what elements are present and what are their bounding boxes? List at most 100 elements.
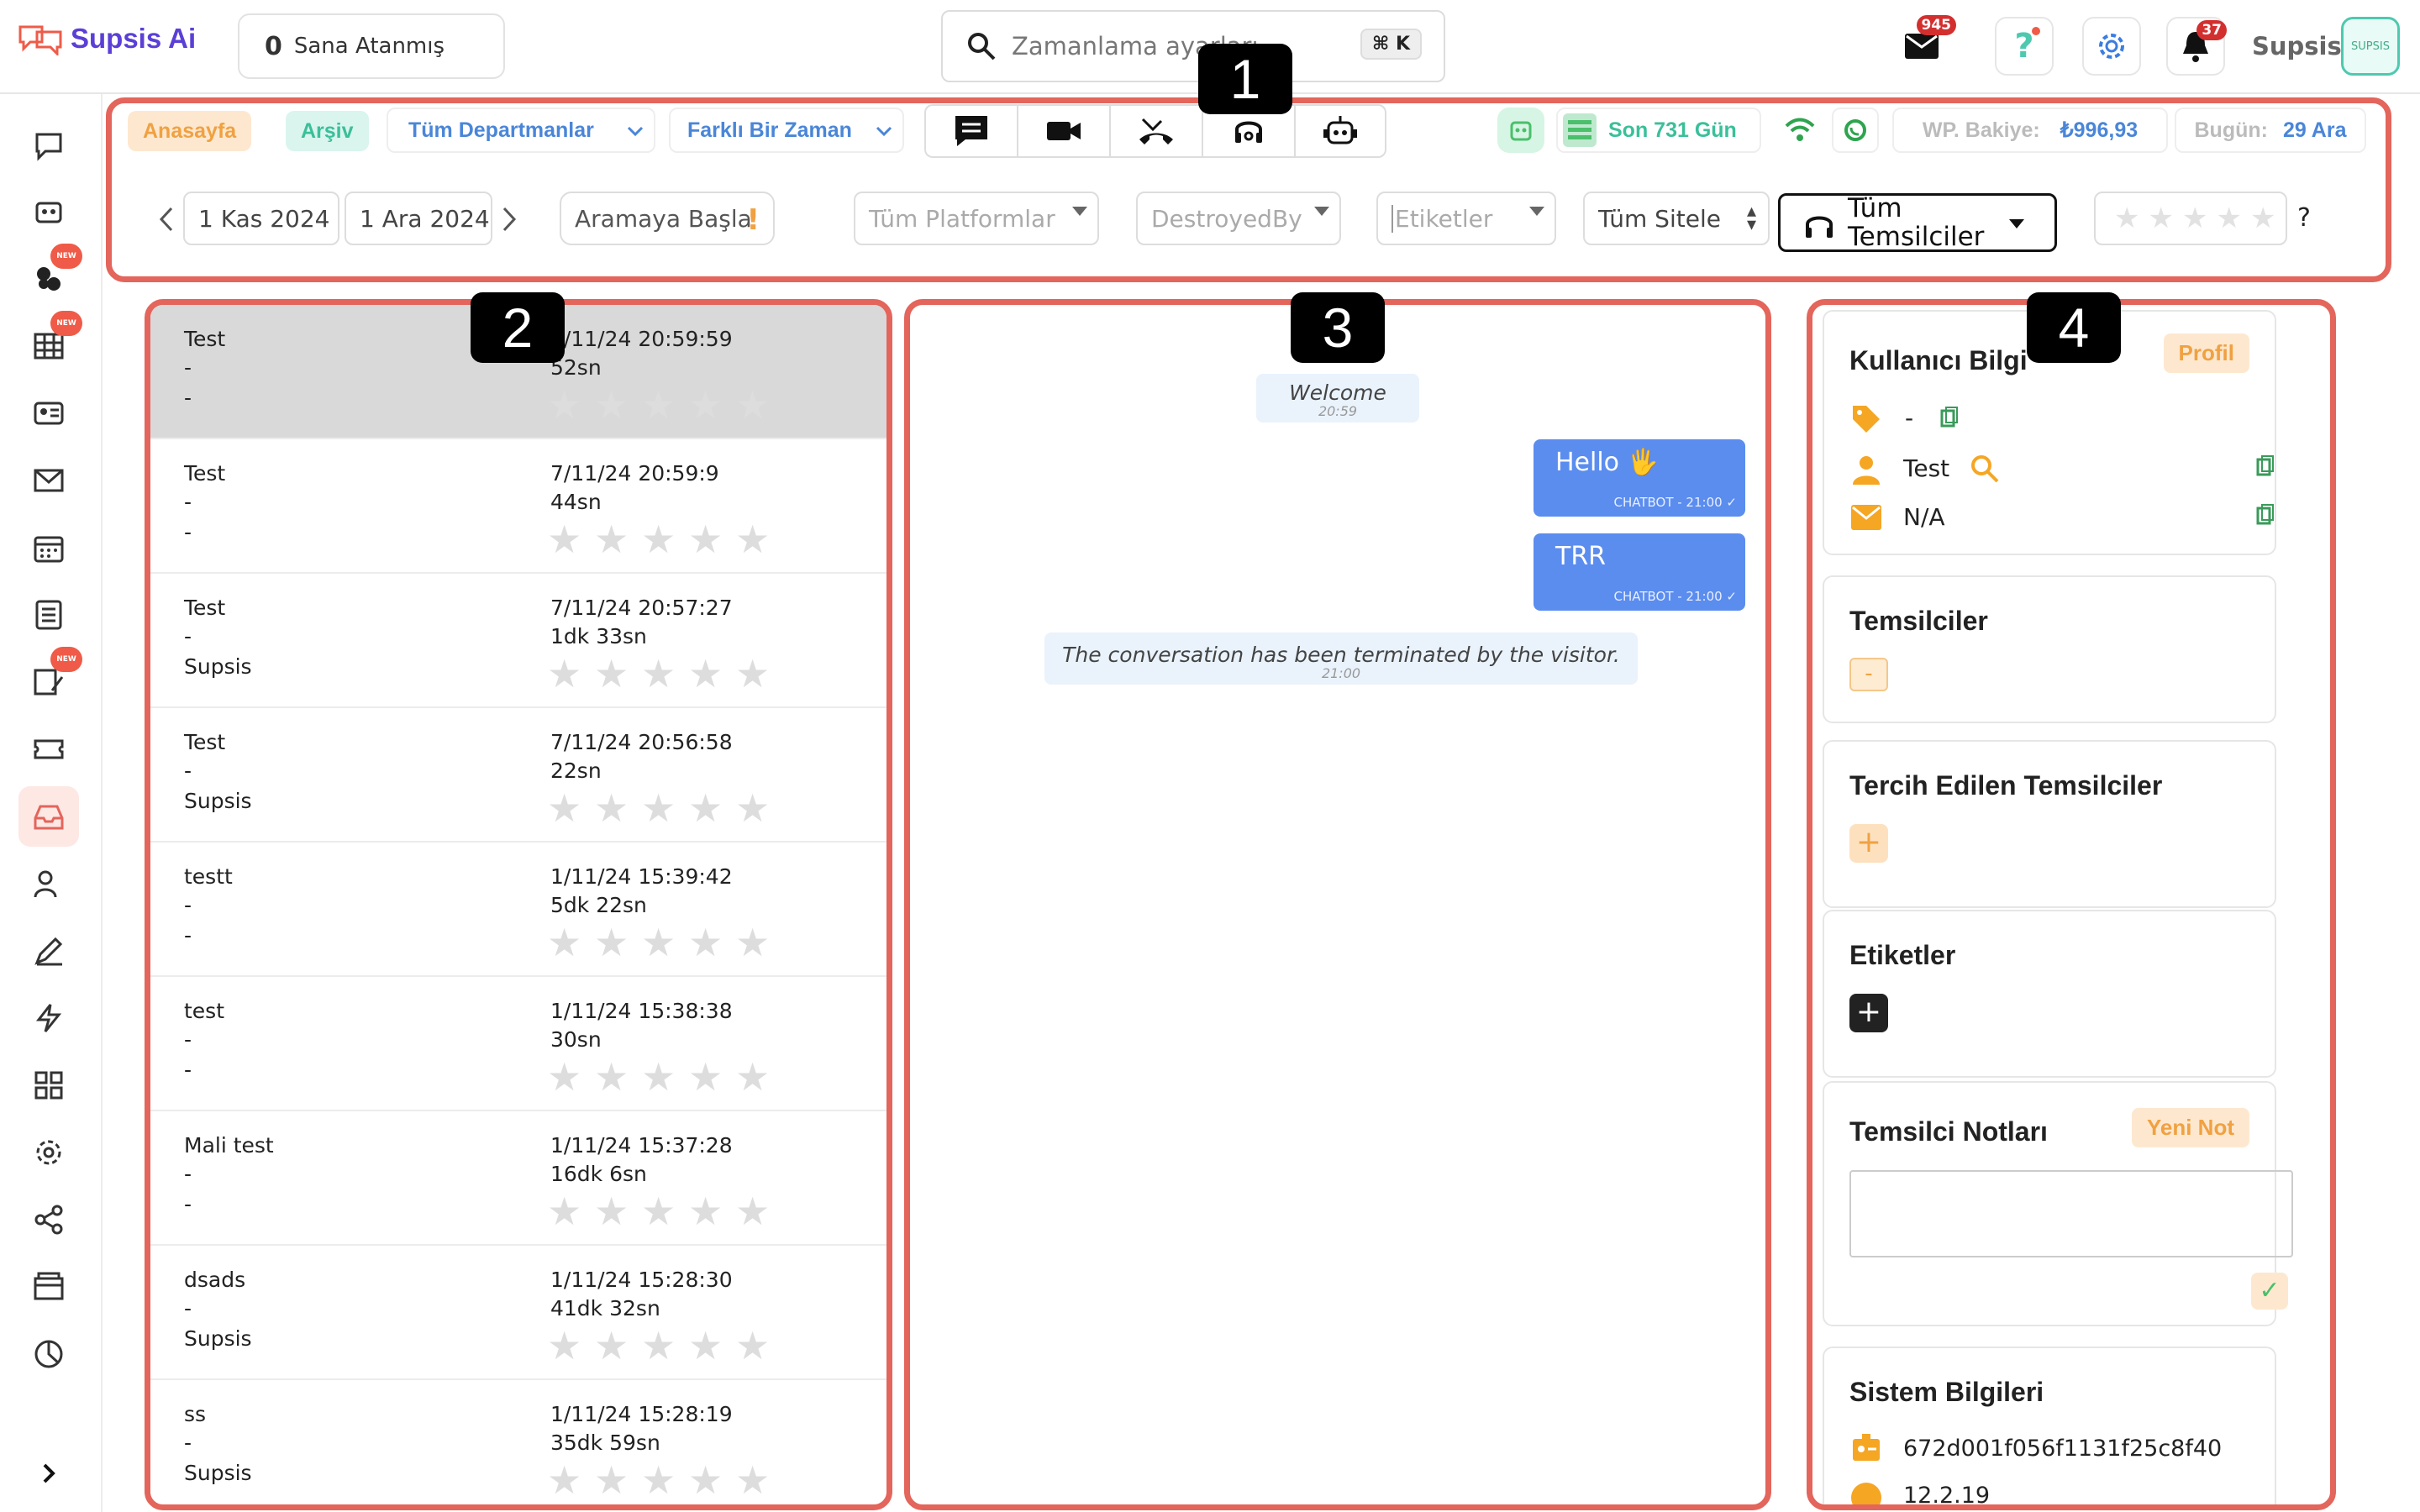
sidebar-item-apps[interactable] (18, 1055, 79, 1116)
sidebar-item-integrations[interactable]: NEW (18, 244, 82, 309)
conversation-row[interactable]: Test - Supsis 7/11/24 20:57:27 1dk 33sn ★ ★ ★ ★ ★ (150, 574, 886, 708)
sidebar-item-reports[interactable] (18, 1324, 79, 1384)
sidebar-item-edit[interactable] (18, 921, 79, 981)
destroyed-by-select[interactable]: DestroyedBy (1136, 192, 1341, 245)
tags-select[interactable]: Etiketler (1376, 192, 1556, 245)
sites-select[interactable]: Tüm Sitele ▴ ▾ (1583, 192, 1770, 245)
list-icon (1563, 113, 1597, 147)
conversation-row[interactable]: test - -1/11/24 15:38:38 30sn ★ ★ ★ ★ ★ (150, 977, 886, 1111)
rating-stars[interactable]: ★ ★ ★ ★ ★ (547, 520, 771, 559)
rating-stars[interactable]: ★ ★ ★ ★ ★ (547, 785, 771, 831)
settings-button[interactable] (2082, 17, 2141, 76)
customer-info-panel: Kullanıcı Bilgi Profil - Test N/A Temsil… (1807, 299, 2336, 1510)
sidebar-item-chats[interactable] (18, 114, 79, 175)
rating-help[interactable]: ? (2297, 203, 2311, 233)
last-days-button[interactable]: Son 731 Gün (1556, 108, 1761, 153)
channel-call-button[interactable] (1109, 104, 1202, 158)
time-select[interactable]: Farklı Bir Zaman (669, 108, 904, 153)
sidebar-item-contacts[interactable] (18, 383, 79, 444)
sidebar-item-calendar[interactable] (18, 517, 79, 578)
caret-down-icon (2009, 219, 2024, 228)
rating-stars[interactable]: ★ ★ ★ ★ ★ (547, 1054, 771, 1100)
agent-chip[interactable]: - (1849, 658, 1888, 691)
rating-stars[interactable]: ★ ★ ★ ★ ★ (547, 1323, 771, 1368)
sidebar-item-inbox[interactable] (18, 786, 79, 847)
rating-stars[interactable]: ★ ★ ★ ★ ★ (547, 923, 771, 962)
search-user-icon[interactable] (1969, 453, 2001, 485)
save-note-button[interactable]: ✓ (2251, 1273, 2288, 1310)
robot-icon (1510, 121, 1532, 141)
sidebar-item-tickets[interactable] (18, 719, 79, 780)
conversation-search-input[interactable]: Aramaya Başla ! (560, 192, 775, 245)
caret-down-icon (1314, 207, 1329, 216)
add-tag-button[interactable]: + (1849, 994, 1888, 1032)
star-icon: ★ (547, 1323, 582, 1368)
platforms-select[interactable]: Tüm Platformlar (854, 192, 1099, 245)
notifications-button[interactable]: 37 (2166, 17, 2227, 76)
date-from-input[interactable]: 1 Kas 2024 (183, 192, 339, 245)
sidebar-expand-button[interactable] (18, 1443, 79, 1504)
channel-video-button[interactable] (1017, 104, 1109, 158)
copy-icon[interactable] (1940, 406, 1959, 429)
rating-filter[interactable]: ★ ★ ★ ★ ★ (2094, 192, 2287, 245)
sidebar-item-automation[interactable] (18, 988, 79, 1048)
connection-status[interactable] (1776, 108, 1823, 153)
conversation-line2: - (184, 1296, 192, 1320)
copy-icon[interactable] (2256, 503, 2275, 527)
sidebar-item-mail[interactable] (18, 450, 79, 511)
sidebar-item-share[interactable] (18, 1189, 79, 1250)
outgoing-message: TRR CHATBOT - 21:00 ✓ (1534, 533, 1745, 611)
help-button[interactable]: ? (1995, 17, 2054, 76)
note-textarea[interactable] (1849, 1170, 2293, 1257)
agents-select[interactable]: Tüm Temsilciler (1778, 193, 2057, 252)
assigned-to-me-button[interactable]: 0 Sana Atanmış (238, 13, 505, 79)
sidebar-item-bot[interactable] (18, 181, 79, 242)
sidebar-item-settings[interactable] (18, 1122, 79, 1183)
avatar[interactable]: SUPSIS (2341, 17, 2400, 76)
sidebar-item-tables[interactable]: NEW (18, 311, 82, 376)
conversation-row[interactable]: Test - - 7/11/24 20:59:9 44sn ★ ★ ★ ★ ★ (150, 439, 886, 574)
app-logo[interactable]: Supsis Ai (17, 22, 196, 55)
mail-icon (1851, 505, 1881, 530)
date-prev-button[interactable] (156, 205, 176, 234)
conversation-line3: Supsis (184, 654, 252, 679)
rating-stars[interactable]: ★ ★ ★ ★ ★ (547, 1192, 771, 1231)
conversation-row[interactable]: dsads - Supsis 1/11/24 15:28:30 41dk 32sn ★ ★ ★… (150, 1246, 886, 1380)
rating-stars[interactable]: ★ ★ ★ ★ ★ (547, 654, 771, 693)
archive-chip[interactable]: Arşiv (286, 111, 369, 151)
date-to-input[interactable]: 1 Ara 2024 (345, 192, 492, 245)
copy-icon[interactable] (2256, 454, 2275, 478)
home-chip[interactable]: Anasayfa (128, 111, 252, 151)
star-icon: ★ (594, 1054, 629, 1100)
new-note-button[interactable]: Yeni Not (2131, 1108, 2249, 1147)
sidebar-item-billing[interactable] (18, 1257, 79, 1317)
conversation-row[interactable]: Test - Supsis 7/11/24 20:56:58 22sn ★ ★ ★ ★ ★ (150, 708, 886, 843)
conversation-row[interactable]: testt - - 1/11/24 15:39:42 5dk 22sn ★ ★ ★ ★ ★ (150, 843, 886, 977)
missed-call-icon (1139, 118, 1173, 144)
conversation-duration: 16dk 6sn (550, 1162, 647, 1186)
add-preferred-agent-button[interactable]: + (1849, 824, 1888, 863)
sidebar-item-users[interactable] (18, 853, 79, 914)
rating-stars[interactable]: ★ ★ ★ ★ ★ (547, 1461, 771, 1499)
bot-status-button[interactable] (1497, 108, 1544, 153)
whatsapp-status[interactable] (1832, 108, 1879, 153)
date-next-button[interactable] (499, 205, 519, 234)
channel-chat-button[interactable] (924, 104, 1017, 158)
conversation-date: 1/11/24 15:37:28 (550, 1133, 733, 1158)
mail-button[interactable]: 945 (1892, 15, 1956, 76)
lightning-icon (35, 1004, 62, 1032)
sidebar-item-notes[interactable]: NEW (18, 647, 82, 712)
departments-select[interactable]: Tüm Departmanlar (387, 108, 655, 153)
conversation-row[interactable]: Mali test - - 1/11/24 15:37:28 16dk 6sn ★ ★ ★ ★ ★ (150, 1111, 886, 1246)
envelope-icon (34, 469, 64, 492)
rating-stars[interactable]: ★ ★ ★ ★ ★ (547, 386, 771, 424)
global-search[interactable]: Zamanlama ayarları ⌘ K (941, 10, 1445, 82)
star-icon: ★ (2114, 202, 2140, 235)
star-icon: ★ (594, 785, 629, 831)
profile-button[interactable]: Profil (2163, 333, 2249, 373)
conversation-line2: - (184, 1027, 192, 1052)
channel-bot-button[interactable] (1294, 104, 1386, 158)
today-value: 29 Ara (2282, 118, 2347, 142)
sidebar-item-forms[interactable] (18, 585, 79, 645)
conversation-row[interactable]: ss - Supsis 1/11/24 15:28:19 35dk 59sn ★ ★ ★ ★ ★ (150, 1380, 886, 1504)
